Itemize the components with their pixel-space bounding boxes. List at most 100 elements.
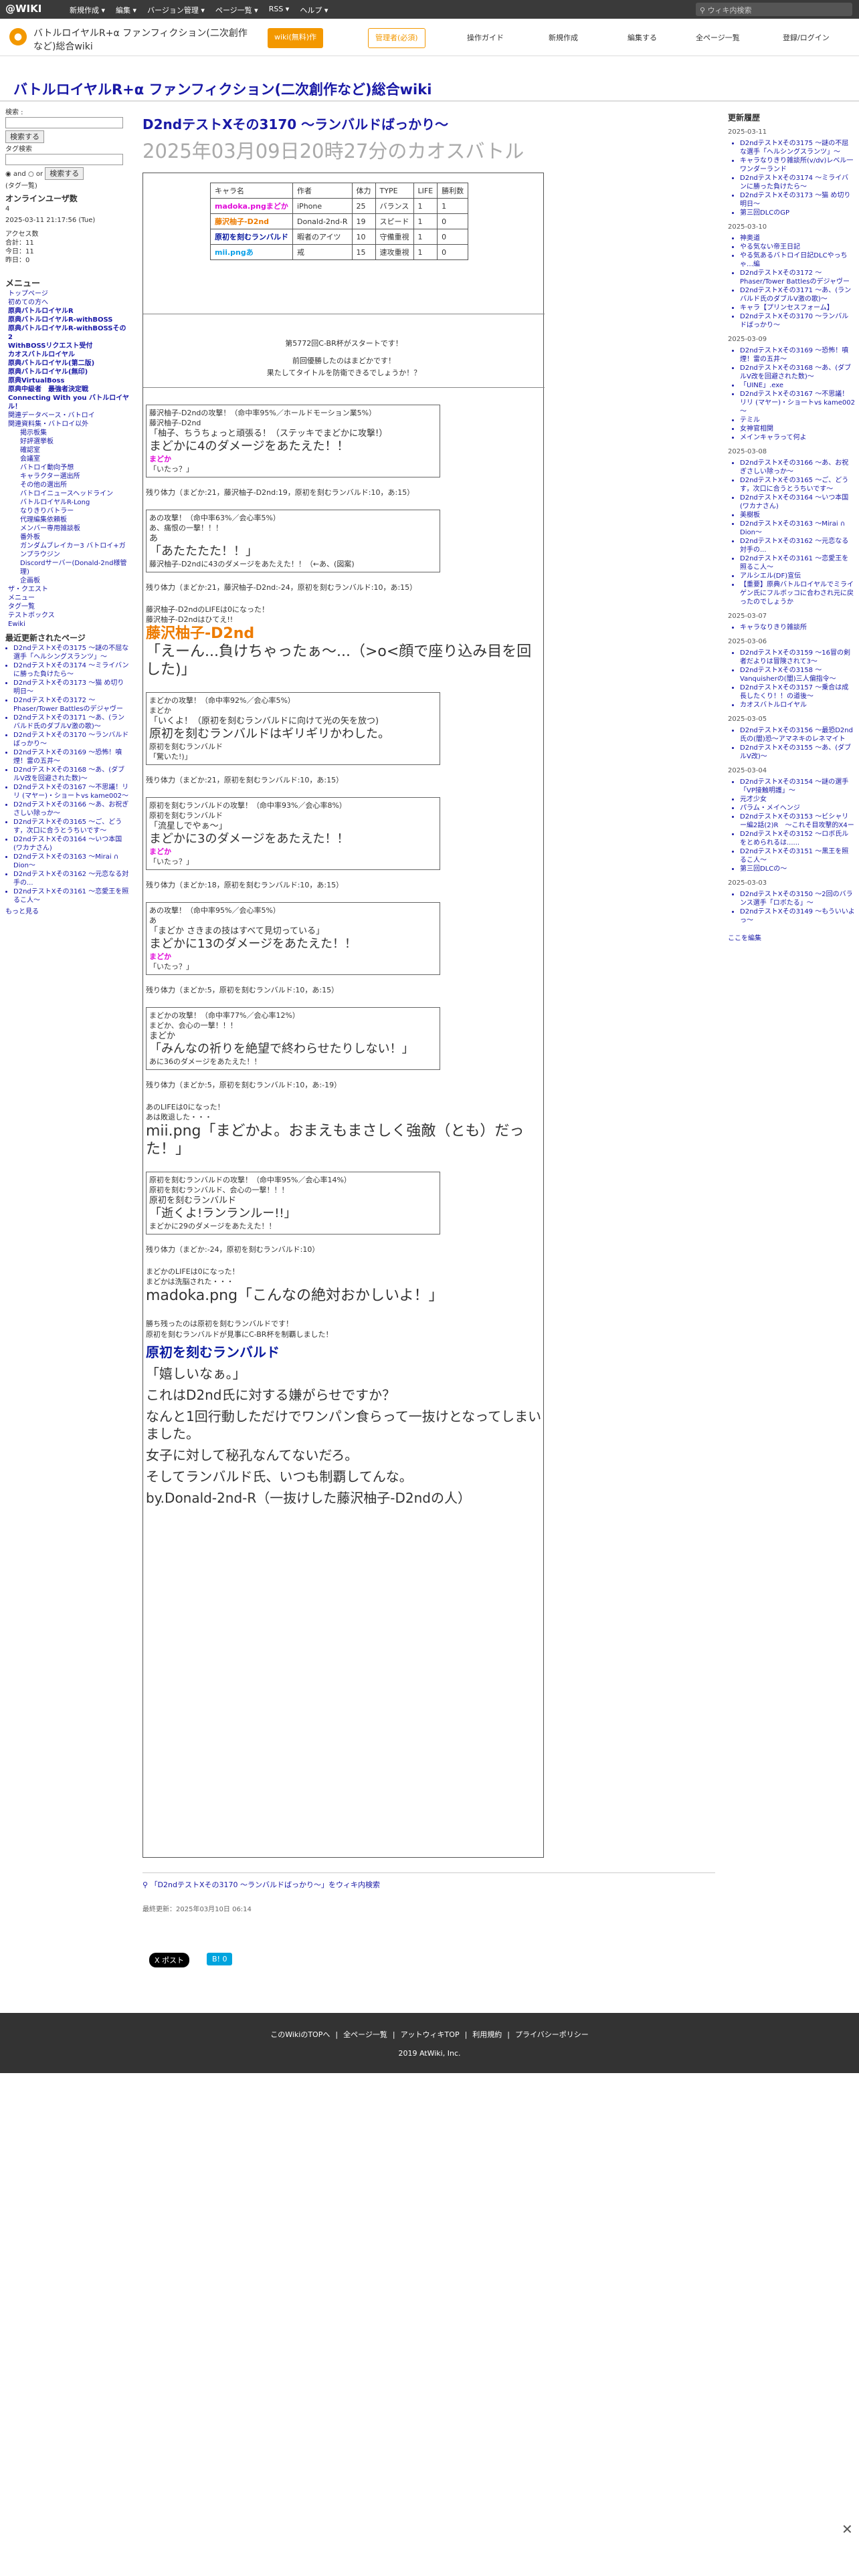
history-item[interactable]: D2ndテストXその3154 ～謎の選手「VP接触明護」～ bbox=[740, 778, 855, 795]
history-item[interactable]: やる気ない帝王日記 bbox=[740, 243, 855, 251]
menu-item[interactable]: メンバー専用雑談板 bbox=[20, 524, 129, 533]
history-item[interactable]: D2ndテストXその3162 ～元恋なる対手の... bbox=[740, 537, 855, 554]
menu-rss[interactable]: RSS ▾ bbox=[269, 5, 290, 15]
history-item[interactable]: D2ndテストXその3149 ～もういいよっ～ bbox=[740, 907, 855, 925]
history-item[interactable]: D2ndテストXその3164 ～いつ本国(ワカナさん) bbox=[740, 494, 855, 511]
history-item[interactable]: D2ndテストXその3152 ～ロボ氏ルをとめられるは...... bbox=[740, 830, 855, 847]
menu-item[interactable]: 好評選挙板 bbox=[20, 437, 129, 446]
sidebar-search-button[interactable]: 検索する bbox=[5, 130, 44, 143]
history-item[interactable]: アルシエル(DF)宣伝 bbox=[740, 572, 855, 580]
history-item[interactable]: D2ndテストXその3168 ～あ、(ダブルV改を回避された数)～ bbox=[740, 364, 855, 381]
recent-item[interactable]: D2ndテストXその3173 ～猫 め切り明日～ bbox=[13, 679, 129, 696]
history-item[interactable]: D2ndテストXその3173 ～猫 め切り明日～ bbox=[740, 191, 855, 209]
new-page-link[interactable]: 新規作成 bbox=[549, 32, 578, 43]
menu-item[interactable]: Discordサーバー(Donald-2nd様管理) bbox=[20, 559, 129, 576]
menu-item[interactable]: バトロイニュースヘッドライン bbox=[20, 490, 129, 498]
menu-pages[interactable]: ページ一覧 ▾ bbox=[215, 5, 258, 15]
create-wiki-button[interactable]: wiki(無料)作 bbox=[268, 28, 324, 48]
history-item[interactable]: D2ndテストXその3174 ～ミライバンに勝った負けたら～ bbox=[740, 174, 855, 191]
menu-item[interactable]: その他の選出所 bbox=[20, 481, 129, 490]
menu-item[interactable]: 会議室 bbox=[20, 455, 129, 463]
footer-link[interactable]: このWikiのTOPへ bbox=[270, 2030, 330, 2039]
recent-item[interactable]: D2ndテストXその3172 ～Phaser/Tower Battlesのデジャ… bbox=[13, 696, 129, 714]
hatena-button[interactable]: B! 0 bbox=[207, 1953, 233, 1965]
login-link[interactable]: 登録/ログイン bbox=[783, 32, 830, 43]
recent-item[interactable]: D2ndテストXその3174 ～ミライバンに勝った負けたら～ bbox=[13, 661, 129, 679]
history-item[interactable]: D2ndテストXその3156 ～最恐D2nd氏の(闇)恐～アマネキのレネマイト bbox=[740, 726, 855, 744]
history-item[interactable]: D2ndテストXその3167 ～不思議！リリ (マヤー)・ショートvs kame… bbox=[740, 390, 855, 416]
history-item[interactable]: 【重要】原典バトルロイヤルでミライゲン氏にフルボッコに合わされ元に戻ったのでしょ… bbox=[740, 580, 855, 607]
history-item[interactable]: メインキャラって何よ bbox=[740, 433, 855, 442]
history-item[interactable]: D2ndテストXその3153 ～ビシャリー編2話(2)R ～これそ目攻撃的X4ー bbox=[740, 813, 855, 830]
menu-item[interactable]: 初めての方へ bbox=[8, 298, 129, 307]
edit-link[interactable]: 編集する bbox=[628, 32, 657, 43]
recent-item[interactable]: D2ndテストXその3168 ～あ、(ダブルV改を回避された数)～ bbox=[13, 766, 129, 783]
recent-item[interactable]: D2ndテストXその3170 ～ランバルドばっかり～ bbox=[13, 731, 129, 748]
history-item[interactable]: D2ndテストXその3170 ～ランバルドばっかり～ bbox=[740, 312, 855, 330]
menu-item[interactable]: ザ・クエスト bbox=[8, 585, 129, 594]
menu-item[interactable]: 原典中級者 最強者決定戦 bbox=[8, 385, 129, 394]
tag-search-button[interactable]: 検索する bbox=[45, 167, 84, 180]
recruit-button[interactable]: 管理者(必須) bbox=[368, 28, 425, 48]
menu-item[interactable]: 企画板 bbox=[20, 576, 129, 585]
menu-item[interactable]: ガンダムブレイカー3 バトロイ+ガンプラウジン bbox=[20, 542, 129, 559]
footer-link[interactable]: 全ページ一覧 bbox=[343, 2030, 387, 2039]
recent-item[interactable]: D2ndテストXその3169 ～恐怖！噴煙！雷の五井～ bbox=[13, 748, 129, 766]
menu-item[interactable]: テストボックス bbox=[8, 611, 129, 620]
menu-item[interactable]: 関連資料集・バトロイ以外 bbox=[8, 420, 129, 429]
wiki-title[interactable]: バトルロイヤルR+α ファンフィクション(二次創作など)総合wiki bbox=[13, 79, 432, 99]
menu-edit[interactable]: 編集 ▾ bbox=[116, 5, 136, 15]
recent-item[interactable]: D2ndテストXその3167 ～不思議！リリ (マヤー)・ショートvs kame… bbox=[13, 783, 129, 800]
recent-item[interactable]: D2ndテストXその3162 ～元恋なる対手の... bbox=[13, 870, 129, 887]
menu-version[interactable]: バージョン管理 ▾ bbox=[147, 5, 205, 15]
history-item[interactable]: D2ndテストXその3150 ～2回のバランス選手「ロボたる」～ bbox=[740, 890, 855, 907]
history-item[interactable]: キャラなりきり雑談所(v/dv)レベル一ワンダーランド bbox=[740, 156, 855, 174]
history-item[interactable]: 第三回DLCのGP bbox=[740, 209, 855, 217]
menu-item[interactable]: タグ一覧 bbox=[8, 603, 129, 611]
search-in-wiki-link[interactable]: ⚲ 「D2ndテストXその3170 ～ランバルドばっかり～」をウィキ内検索 bbox=[142, 1879, 380, 1890]
recent-item[interactable]: D2ndテストXその3171 ～あ、(ランバルド氏のダブルV激の歌)～ bbox=[13, 714, 129, 731]
menu-item[interactable]: カオスバトルロイヤル bbox=[8, 350, 129, 359]
history-item[interactable]: パラム・メイヘンジ bbox=[740, 804, 855, 813]
history-item[interactable]: カオスバトルロイヤル bbox=[740, 701, 855, 710]
history-item[interactable]: D2ndテストXその3158 ～Vanquisherの(闇)三人偏指令～ bbox=[740, 666, 855, 683]
history-item[interactable]: D2ndテストXその3169 ～恐怖！噴煙！雷の五井～ bbox=[740, 346, 855, 364]
menu-item[interactable]: 原典バトルロイヤル(第二版) bbox=[8, 359, 129, 368]
recent-item[interactable]: D2ndテストXその3164 ～いつ本国(ワカナさん) bbox=[13, 835, 129, 853]
history-item[interactable]: 女神官相関 bbox=[740, 425, 855, 433]
more-link[interactable]: もっと見る bbox=[5, 907, 129, 916]
history-item[interactable]: D2ndテストXその3165 ～ご、どうす，次口に合うとうちいです～ bbox=[740, 476, 855, 494]
edit-here-link[interactable]: ここを編集 bbox=[728, 934, 855, 943]
all-pages-link[interactable]: 全ページ一覧 bbox=[696, 32, 740, 43]
history-item[interactable]: テミル bbox=[740, 416, 855, 425]
menu-item[interactable]: WithBOSSリクエスト受付 bbox=[8, 342, 129, 350]
menu-item[interactable]: 確認室 bbox=[20, 446, 129, 455]
history-item[interactable]: D2ndテストXその3157 ～乗合は成長したくり！！の道後～ bbox=[740, 683, 855, 701]
menu-item[interactable]: 掲示板集 bbox=[20, 429, 129, 437]
menu-item[interactable]: 関連データベース・バトロイ bbox=[8, 411, 129, 420]
menu-new[interactable]: 新規作成 ▾ bbox=[70, 5, 105, 15]
recent-item[interactable]: D2ndテストXその3165 ～ご、どうす，次口に合うとうちいです～ bbox=[13, 818, 129, 835]
history-item[interactable]: 美樹板 bbox=[740, 511, 855, 520]
and-radio[interactable]: ◉ bbox=[5, 171, 11, 178]
history-item[interactable]: やる気あるバトロイ日記DLCやっちゃ…編 bbox=[740, 251, 855, 269]
atwiki-logo[interactable]: @WIKI bbox=[5, 3, 41, 15]
footer-link[interactable]: 利用規約 bbox=[472, 2030, 502, 2039]
menu-item[interactable]: バトロイ動向予想 bbox=[20, 463, 129, 472]
menu-item[interactable]: 原典バトルロイヤルR-withBOSSその2 bbox=[8, 324, 129, 342]
recent-item[interactable]: D2ndテストXその3175 ～謎の不屈な選手「ヘルシングスランツ」～ bbox=[13, 644, 129, 661]
history-item[interactable]: キャラ【プリンセスフォーム】 bbox=[740, 304, 855, 312]
history-item[interactable]: D2ndテストXその3172 ～Phaser/Tower Battlesのデジャ… bbox=[740, 269, 855, 286]
wiki-search-input[interactable]: ⚲ ウィキ内検索 bbox=[696, 3, 852, 16]
close-icon[interactable]: ✕ bbox=[842, 2521, 853, 2537]
menu-item[interactable]: 番外板 bbox=[20, 533, 129, 542]
menu-item[interactable]: Ewiki bbox=[8, 620, 129, 629]
menu-item[interactable]: 代理編集依頼板 bbox=[20, 516, 129, 524]
history-item[interactable]: 神奥道 bbox=[740, 234, 855, 243]
history-item[interactable]: D2ndテストXその3161 ～恋愛王を照るこ人～ bbox=[740, 554, 855, 572]
footer-link[interactable]: アットウィキTOP bbox=[401, 2030, 460, 2039]
footer-link[interactable]: プライバシーポリシー bbox=[515, 2030, 589, 2039]
recent-item[interactable]: D2ndテストXその3166 ～あ、お祝ぎさしい除っか～ bbox=[13, 800, 129, 818]
history-item[interactable]: D2ndテストXその3163 ～Mirai ∩ Dion～ bbox=[740, 520, 855, 537]
or-radio[interactable]: ○ bbox=[28, 171, 34, 178]
